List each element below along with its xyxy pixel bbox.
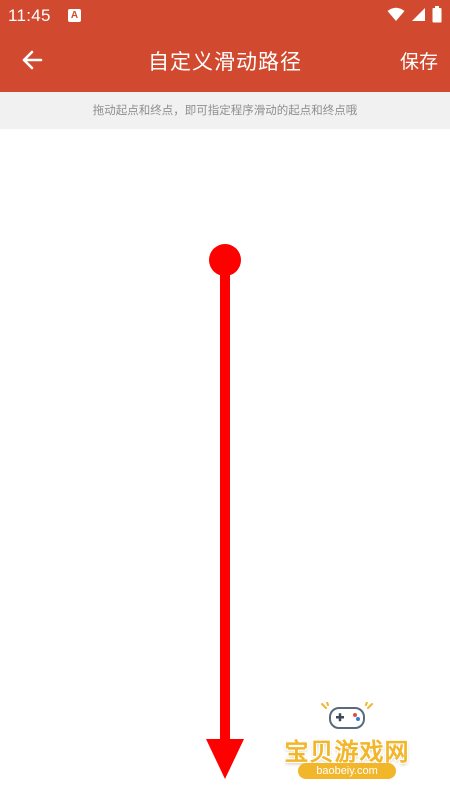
save-button[interactable]: 保存: [400, 48, 438, 76]
watermark: 宝贝游戏网 baobeiy.com: [272, 701, 422, 790]
app-notification-icon: A: [68, 9, 81, 22]
hint-bar: 拖动起点和终点，即可指定程序滑动的起点和终点哦: [0, 92, 450, 129]
status-bar: 11:45 A: [0, 0, 450, 32]
gamepad-icon: [320, 701, 374, 736]
swipe-path-svg: [206, 244, 244, 779]
page-title: 自定义滑动路径: [148, 50, 302, 74]
swipe-end-handle[interactable]: [206, 739, 244, 779]
app-bar: 自定义滑动路径 保存: [0, 32, 450, 92]
cell-signal-icon: [411, 7, 426, 26]
watermark-url: baobeiy.com: [298, 763, 396, 779]
status-time: 11:45: [8, 6, 51, 25]
swipe-path-canvas[interactable]: [0, 129, 450, 800]
status-icons: [387, 5, 442, 27]
wifi-icon: [387, 7, 405, 26]
watermark-text: 宝贝游戏网: [284, 738, 410, 766]
hint-text: 拖动起点和终点，即可指定程序滑动的起点和终点哦: [92, 103, 358, 117]
battery-icon: [432, 5, 442, 27]
swipe-start-handle[interactable]: [209, 244, 241, 276]
